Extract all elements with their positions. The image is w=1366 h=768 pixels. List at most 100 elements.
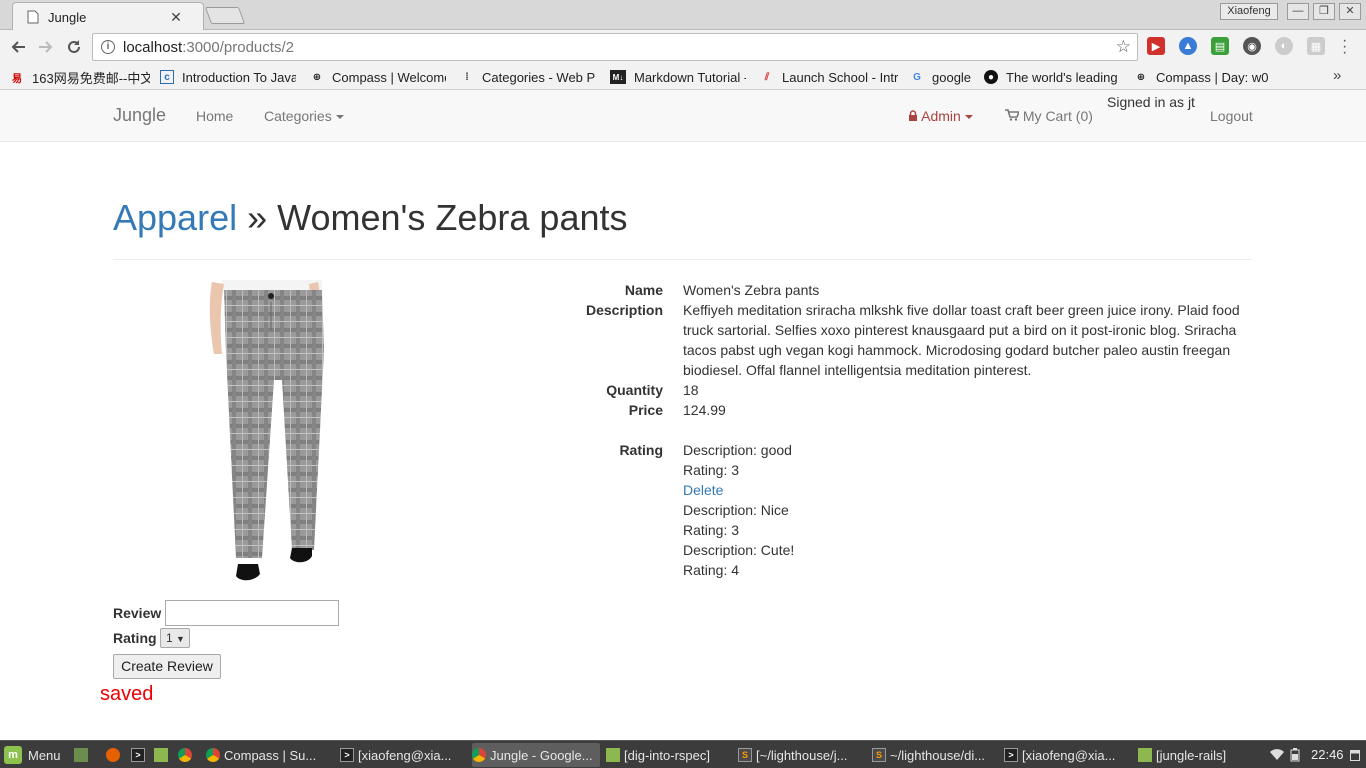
extension-red-icon[interactable]: ▶ [1147,37,1165,55]
review-description: Description: Nice [683,502,789,518]
forward-icon[interactable] [35,36,57,58]
cart-icon [1005,108,1021,124]
os-taskbar: m Menu > Compass | Su... > [xiaofeng@xia..… [0,740,1366,768]
price-value: 124.99 [683,402,726,418]
files-launcher-icon[interactable] [154,743,174,767]
url-text: localhost:3000/products/2 [123,38,294,56]
name-label: Name [624,282,663,298]
extension-cap-icon[interactable]: ▲ [1179,37,1197,55]
product-image [200,280,330,582]
taskbar-window[interactable]: > [xiaofeng@xia... [340,743,468,767]
product-title: Women's Zebra pants [277,197,628,238]
breadcrumb-separator: » [237,197,278,238]
review-list: Description: good Rating: 3 Delete Descr… [683,440,1253,580]
browser-tab-content[interactable]: Jungle ✕ [14,4,192,30]
bookmark-item[interactable]: 易 163网易免费邮--中文 [10,68,150,86]
category-breadcrumb-link[interactable]: Apparel [113,197,237,238]
taskbar-window[interactable]: [dig-into-rspec] [606,743,734,767]
detail-row-name: Name Women's Zebra pants [540,280,1260,300]
nav-categories[interactable]: Categories [264,108,344,124]
reload-icon[interactable] [63,36,85,58]
chrome-icon [472,748,486,762]
163-icon: 易 [12,73,22,85]
chrome-menu-icon[interactable]: · · · [1342,33,1347,61]
folder-icon [1138,748,1152,762]
more-bookmarks-icon[interactable]: » [1333,67,1341,84]
flash-message: saved [100,683,154,705]
sublime-icon: S [738,748,752,762]
folder-icon [154,748,168,762]
chevron-down-icon [335,115,344,120]
close-tab-icon[interactable]: ✕ [168,9,184,26]
nav-logout[interactable]: Logout [1210,108,1253,124]
terminal-icon: > [1004,748,1018,762]
battery-icon[interactable] [1290,743,1306,767]
back-icon[interactable] [7,36,29,58]
rating-select[interactable]: 1 ▼ [160,628,190,648]
terminal-launcher-icon[interactable]: > [131,743,151,767]
c-icon: c [160,70,174,84]
github-icon: ● [984,70,998,84]
mint-logo-icon: m [4,746,22,764]
site-navbar: Jungle Home Categories Admin My Cart (0)… [0,90,1366,142]
taskbar-window[interactable]: S ~/lighthouse/di... [872,743,1000,767]
close-window-icon[interactable]: ✕ [1339,3,1361,20]
web-icon: ⁞ [465,71,469,83]
taskbar-window[interactable]: Compass | Su... [206,743,334,767]
bookmark-item[interactable]: M↓ Markdown Tutorial - [610,68,746,86]
description-label: Description [585,302,663,318]
review-input[interactable] [165,600,339,626]
quantity-value: 18 [683,382,699,398]
extension-grid-icon[interactable]: ▦ [1307,37,1325,55]
taskbar-window[interactable]: [jungle-rails] [1138,743,1266,767]
wifi-icon[interactable] [1270,743,1286,767]
brand-link[interactable]: Jungle [113,105,166,126]
extension-moon-icon[interactable]: ◐ [1275,37,1293,55]
review-field-label: Review [113,605,162,621]
minimize-icon[interactable]: — [1287,3,1309,20]
nav-admin[interactable]: Admin [908,108,973,124]
bookmark-item[interactable]: ● The world's leading [984,68,1120,86]
terminal-icon: > [131,748,145,762]
nav-cart[interactable]: My Cart (0) [1005,108,1093,124]
address-bar[interactable]: i localhost:3000/products/2 ☆ [92,33,1138,61]
taskbar-window[interactable]: S [~/lighthouse/j... [738,743,866,767]
markdown-icon: M↓ [610,70,626,84]
bookmark-item[interactable]: ⫽ Launch School - Intr [760,68,898,86]
extension-chat-icon[interactable]: ◉ [1243,37,1261,55]
browser-tab-strip: Jungle ✕ Xiaofeng — ❐ ✕ [0,0,1366,30]
page-icon [26,10,40,24]
taskbar-window-active[interactable]: Jungle - Google... [472,743,600,767]
bookmark-item[interactable]: Ggoogle [910,68,976,86]
bookmark-star-icon[interactable]: ☆ [1116,37,1131,57]
chrome-launcher-icon[interactable] [178,743,198,767]
start-menu-button[interactable]: m Menu [4,743,64,767]
create-review-button[interactable]: Create Review [113,654,221,679]
bookmark-item[interactable]: ⁞ Categories - Web Pr [460,68,596,86]
new-tab-button[interactable] [204,7,246,24]
taskbar-window[interactable]: > [xiaofeng@xia... [1004,743,1132,767]
restore-icon[interactable]: ❐ [1313,3,1335,20]
compass-icon: ⊕ [312,71,322,83]
extension-print-icon[interactable]: ▤ [1211,37,1229,55]
google-icon: G [913,71,921,83]
review-rating: Rating: 4 [683,562,740,578]
signed-in-text: Signed in as jt [1107,94,1195,110]
review-rating: Rating: 3 [683,522,740,538]
bookmark-item[interactable]: ⊕ Compass | Welcome [310,68,446,86]
profile-button[interactable]: Xiaofeng [1220,3,1278,20]
bookmark-item[interactable]: c Introduction To Java [160,68,296,86]
nav-home[interactable]: Home [196,108,233,124]
delete-review-link[interactable]: Delete [683,480,1253,500]
detail-row-price: Price 124.99 [540,400,1260,420]
lock-icon [908,108,918,124]
bookmark-item[interactable]: ⊕ Compass | Day: w0 [1134,68,1270,86]
firefox-launcher-icon[interactable] [106,743,126,767]
rating-field-label: Rating [113,630,157,646]
show-desktop-icon[interactable] [74,743,94,767]
site-info-icon[interactable]: i [101,40,115,54]
description-value: Keffiyeh meditation sriracha mlkshk five… [683,302,1240,378]
name-value: Women's Zebra pants [683,282,820,298]
calendar-icon[interactable] [1350,743,1362,767]
